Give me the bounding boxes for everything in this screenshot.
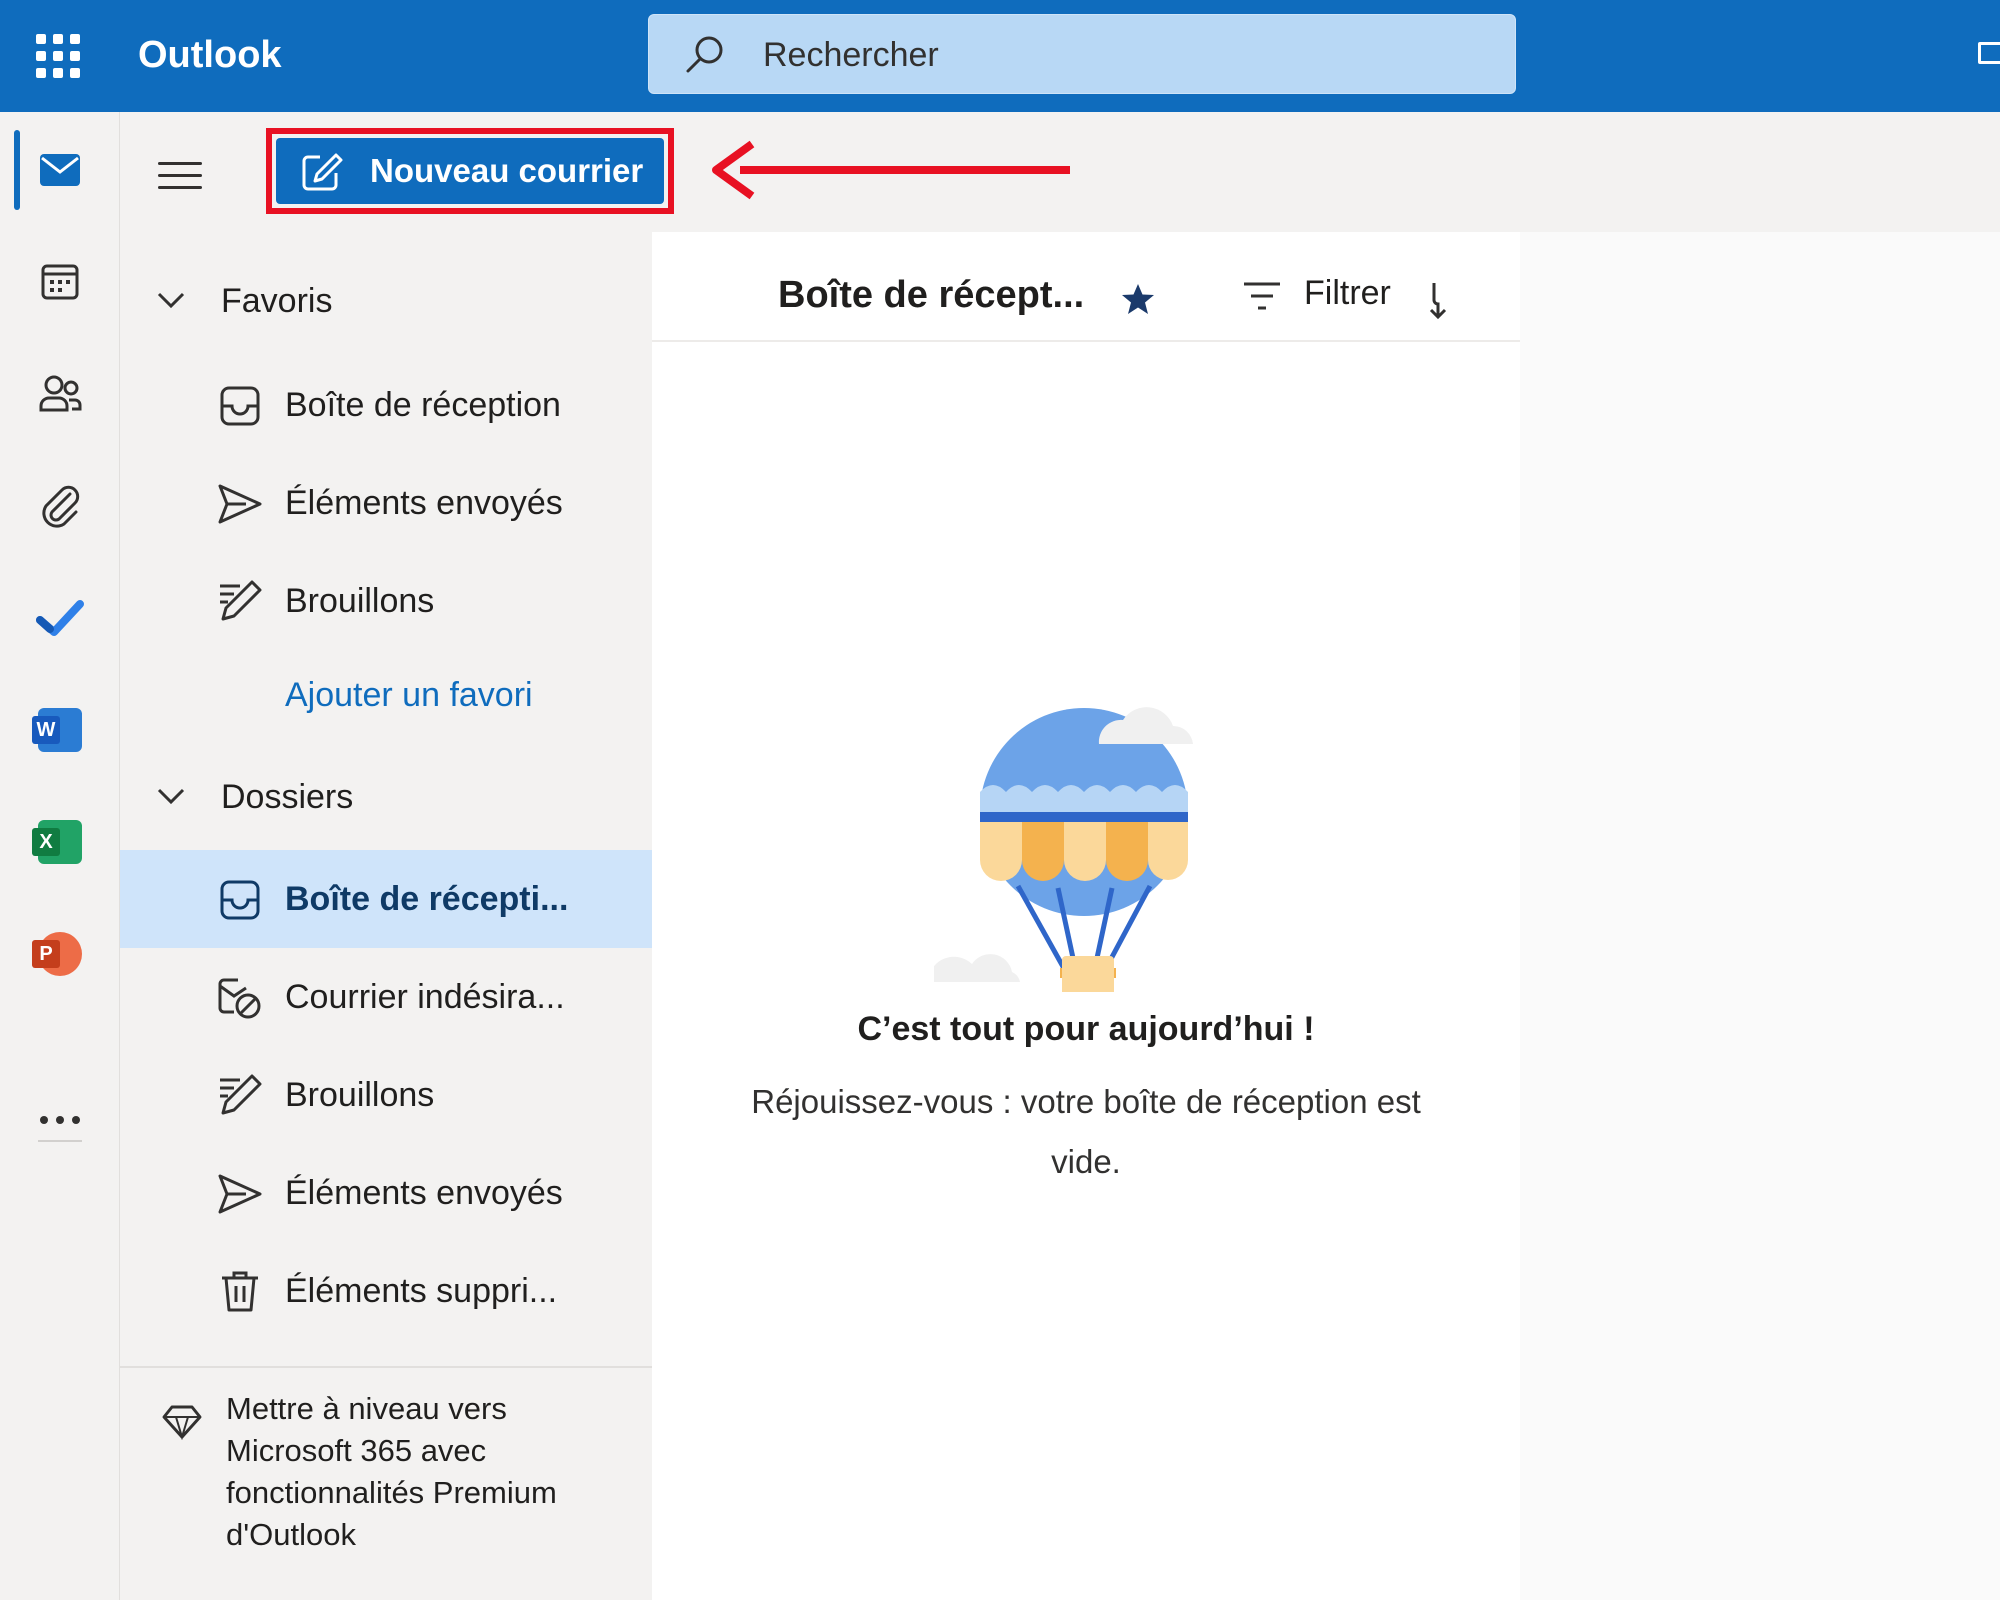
diamond-icon bbox=[162, 1405, 202, 1440]
drafts-icon bbox=[220, 580, 262, 621]
mail-icon[interactable] bbox=[24, 134, 96, 206]
search-input[interactable]: Rechercher bbox=[763, 36, 939, 75]
word-icon[interactable]: W bbox=[24, 694, 96, 766]
excel-icon[interactable]: X bbox=[24, 806, 96, 878]
folder-sent[interactable]: Éléments envoyés bbox=[120, 1144, 652, 1242]
active-indicator bbox=[14, 130, 20, 210]
favorites-header[interactable]: Favoris bbox=[120, 262, 652, 342]
todo-icon[interactable] bbox=[24, 582, 96, 654]
upgrade-promo[interactable]: Mettre à niveau vers Microsoft 365 avec … bbox=[120, 1388, 652, 1588]
empty-state-subtitle: Réjouissez-vous : votre boîte de récepti… bbox=[751, 1083, 1421, 1180]
calendar-icon[interactable] bbox=[24, 246, 96, 318]
folder-deleted[interactable]: Éléments suppri... bbox=[120, 1242, 652, 1340]
drafts-icon bbox=[220, 1074, 262, 1115]
junk-icon bbox=[218, 978, 261, 1019]
favorite-drafts[interactable]: Brouillons bbox=[120, 552, 652, 650]
filter-label: Filtrer bbox=[1304, 274, 1391, 312]
app-title[interactable]: Outlook bbox=[138, 34, 282, 77]
more-apps-icon[interactable] bbox=[24, 1084, 96, 1156]
message-list: Boîte de récept... Filtrer C’est tout po… bbox=[652, 232, 1520, 1600]
star-icon[interactable] bbox=[1120, 282, 1156, 316]
window-icon[interactable] bbox=[1978, 42, 2000, 64]
inbox-icon bbox=[220, 880, 260, 920]
new-mail-label: Nouveau courrier bbox=[370, 152, 644, 189]
upgrade-text: Mettre à niveau vers Microsoft 365 avec … bbox=[226, 1391, 557, 1552]
powerpoint-icon[interactable]: P bbox=[24, 918, 96, 990]
reading-pane bbox=[1520, 232, 2000, 1600]
new-mail-button[interactable]: Nouveau courrier bbox=[276, 138, 664, 204]
top-bar: Outlook Rechercher bbox=[0, 0, 2000, 112]
sort-icon[interactable] bbox=[1426, 280, 1450, 320]
app-launcher-icon[interactable] bbox=[36, 34, 80, 78]
favorite-sent[interactable]: Éléments envoyés bbox=[120, 454, 652, 552]
folder-inbox[interactable]: Boîte de récepti... bbox=[120, 850, 652, 948]
search-box[interactable]: Rechercher bbox=[648, 14, 1516, 94]
chevron-down-icon bbox=[157, 292, 185, 309]
filter-icon bbox=[1244, 282, 1280, 310]
compose-icon bbox=[302, 153, 343, 191]
folders-header[interactable]: Dossiers bbox=[120, 758, 652, 838]
folder-drafts[interactable]: Brouillons bbox=[120, 1046, 652, 1144]
message-list-title: Boîte de récept... bbox=[778, 274, 1085, 316]
pane-divider bbox=[120, 1366, 652, 1368]
send-icon bbox=[218, 1174, 262, 1214]
hot-air-balloon-illustration bbox=[934, 707, 1193, 992]
trash-icon bbox=[222, 1271, 258, 1312]
attachment-icon[interactable] bbox=[24, 470, 96, 542]
empty-state-title: C’est tout pour aujourd’hui ! bbox=[857, 1010, 1315, 1048]
folder-junk[interactable]: Courrier indésira... bbox=[120, 948, 652, 1046]
chevron-down-icon bbox=[157, 788, 185, 805]
add-favorite-row: Ajouter un favori bbox=[120, 650, 652, 748]
hamburger-menu-icon[interactable] bbox=[158, 162, 202, 198]
red-arrow-annotation bbox=[712, 140, 1070, 200]
inbox-icon bbox=[220, 386, 260, 426]
people-icon[interactable] bbox=[24, 358, 96, 430]
add-favorite-link[interactable]: Ajouter un favori bbox=[285, 676, 533, 715]
folder-pane: Favoris Boîte de réception Éléments envo… bbox=[120, 232, 652, 1600]
send-icon bbox=[218, 484, 262, 524]
message-list-header: Boîte de récept... Filtrer bbox=[652, 232, 1520, 342]
app-rail: W X P bbox=[0, 112, 120, 1600]
search-icon bbox=[686, 36, 723, 73]
favorite-inbox[interactable]: Boîte de réception bbox=[120, 356, 652, 454]
